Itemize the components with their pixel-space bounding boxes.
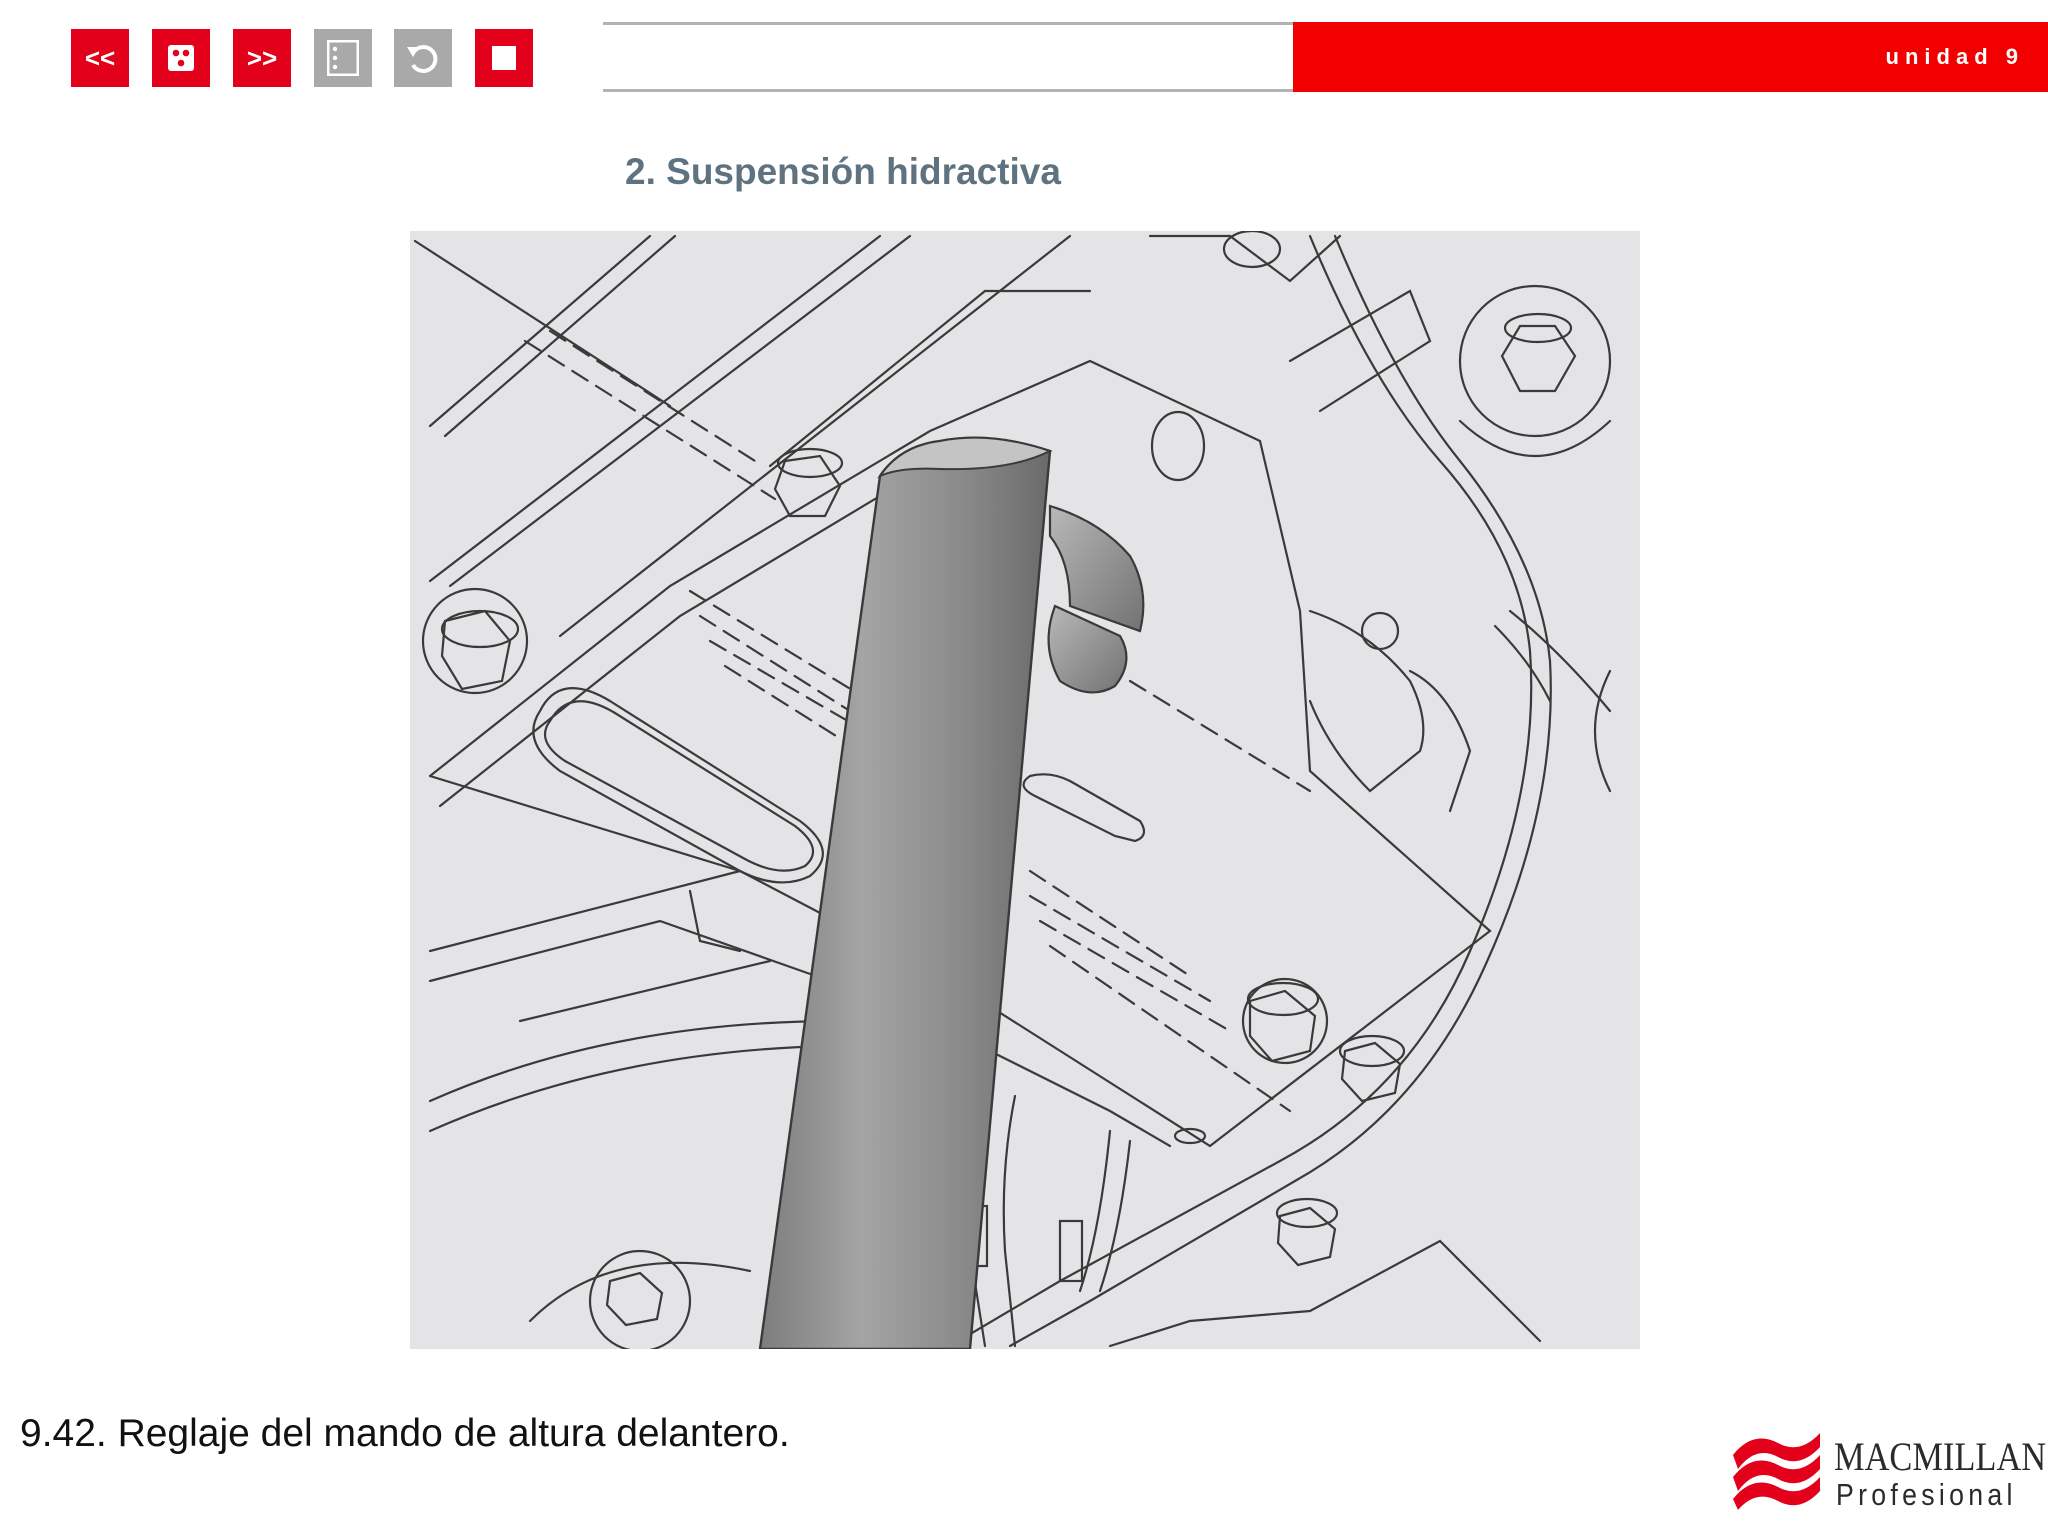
header-rule-bottom — [603, 89, 1293, 92]
next-button[interactable]: >> — [233, 29, 291, 87]
technical-illustration — [410, 231, 1640, 1349]
previous-button[interactable]: << — [71, 29, 129, 87]
stop-square-icon — [492, 46, 516, 70]
brand-name: MACMILLAN — [1834, 1434, 2047, 1479]
list-icon — [327, 40, 359, 76]
publisher-logo: MACMILLAN Profesional — [1728, 1425, 2046, 1520]
unit-label: unidad 9 — [1885, 44, 2024, 69]
double-chevron-right-icon: >> — [246, 42, 278, 73]
macmillan-wave-icon — [1733, 1433, 1820, 1510]
exit-button[interactable] — [475, 29, 533, 87]
suspension-drawing — [413, 231, 1612, 1349]
undo-arrow-icon — [407, 45, 438, 73]
brand-subtitle: Profesional — [1836, 1477, 2017, 1512]
figure-caption: 9.42. Reglaje del mando de altura delant… — [20, 1412, 790, 1455]
back-button[interactable] — [394, 29, 452, 87]
header-bar: unidad 9 — [603, 22, 2048, 94]
section-title: 2. Suspensión hidractiva — [625, 151, 1061, 192]
dice-icon — [168, 45, 194, 71]
double-chevron-left-icon: << — [84, 42, 116, 73]
unit-banner: unidad 9 — [1293, 22, 2048, 92]
index-button[interactable] — [152, 29, 210, 87]
contents-button[interactable] — [314, 29, 372, 87]
header-rule-top — [603, 22, 1293, 25]
